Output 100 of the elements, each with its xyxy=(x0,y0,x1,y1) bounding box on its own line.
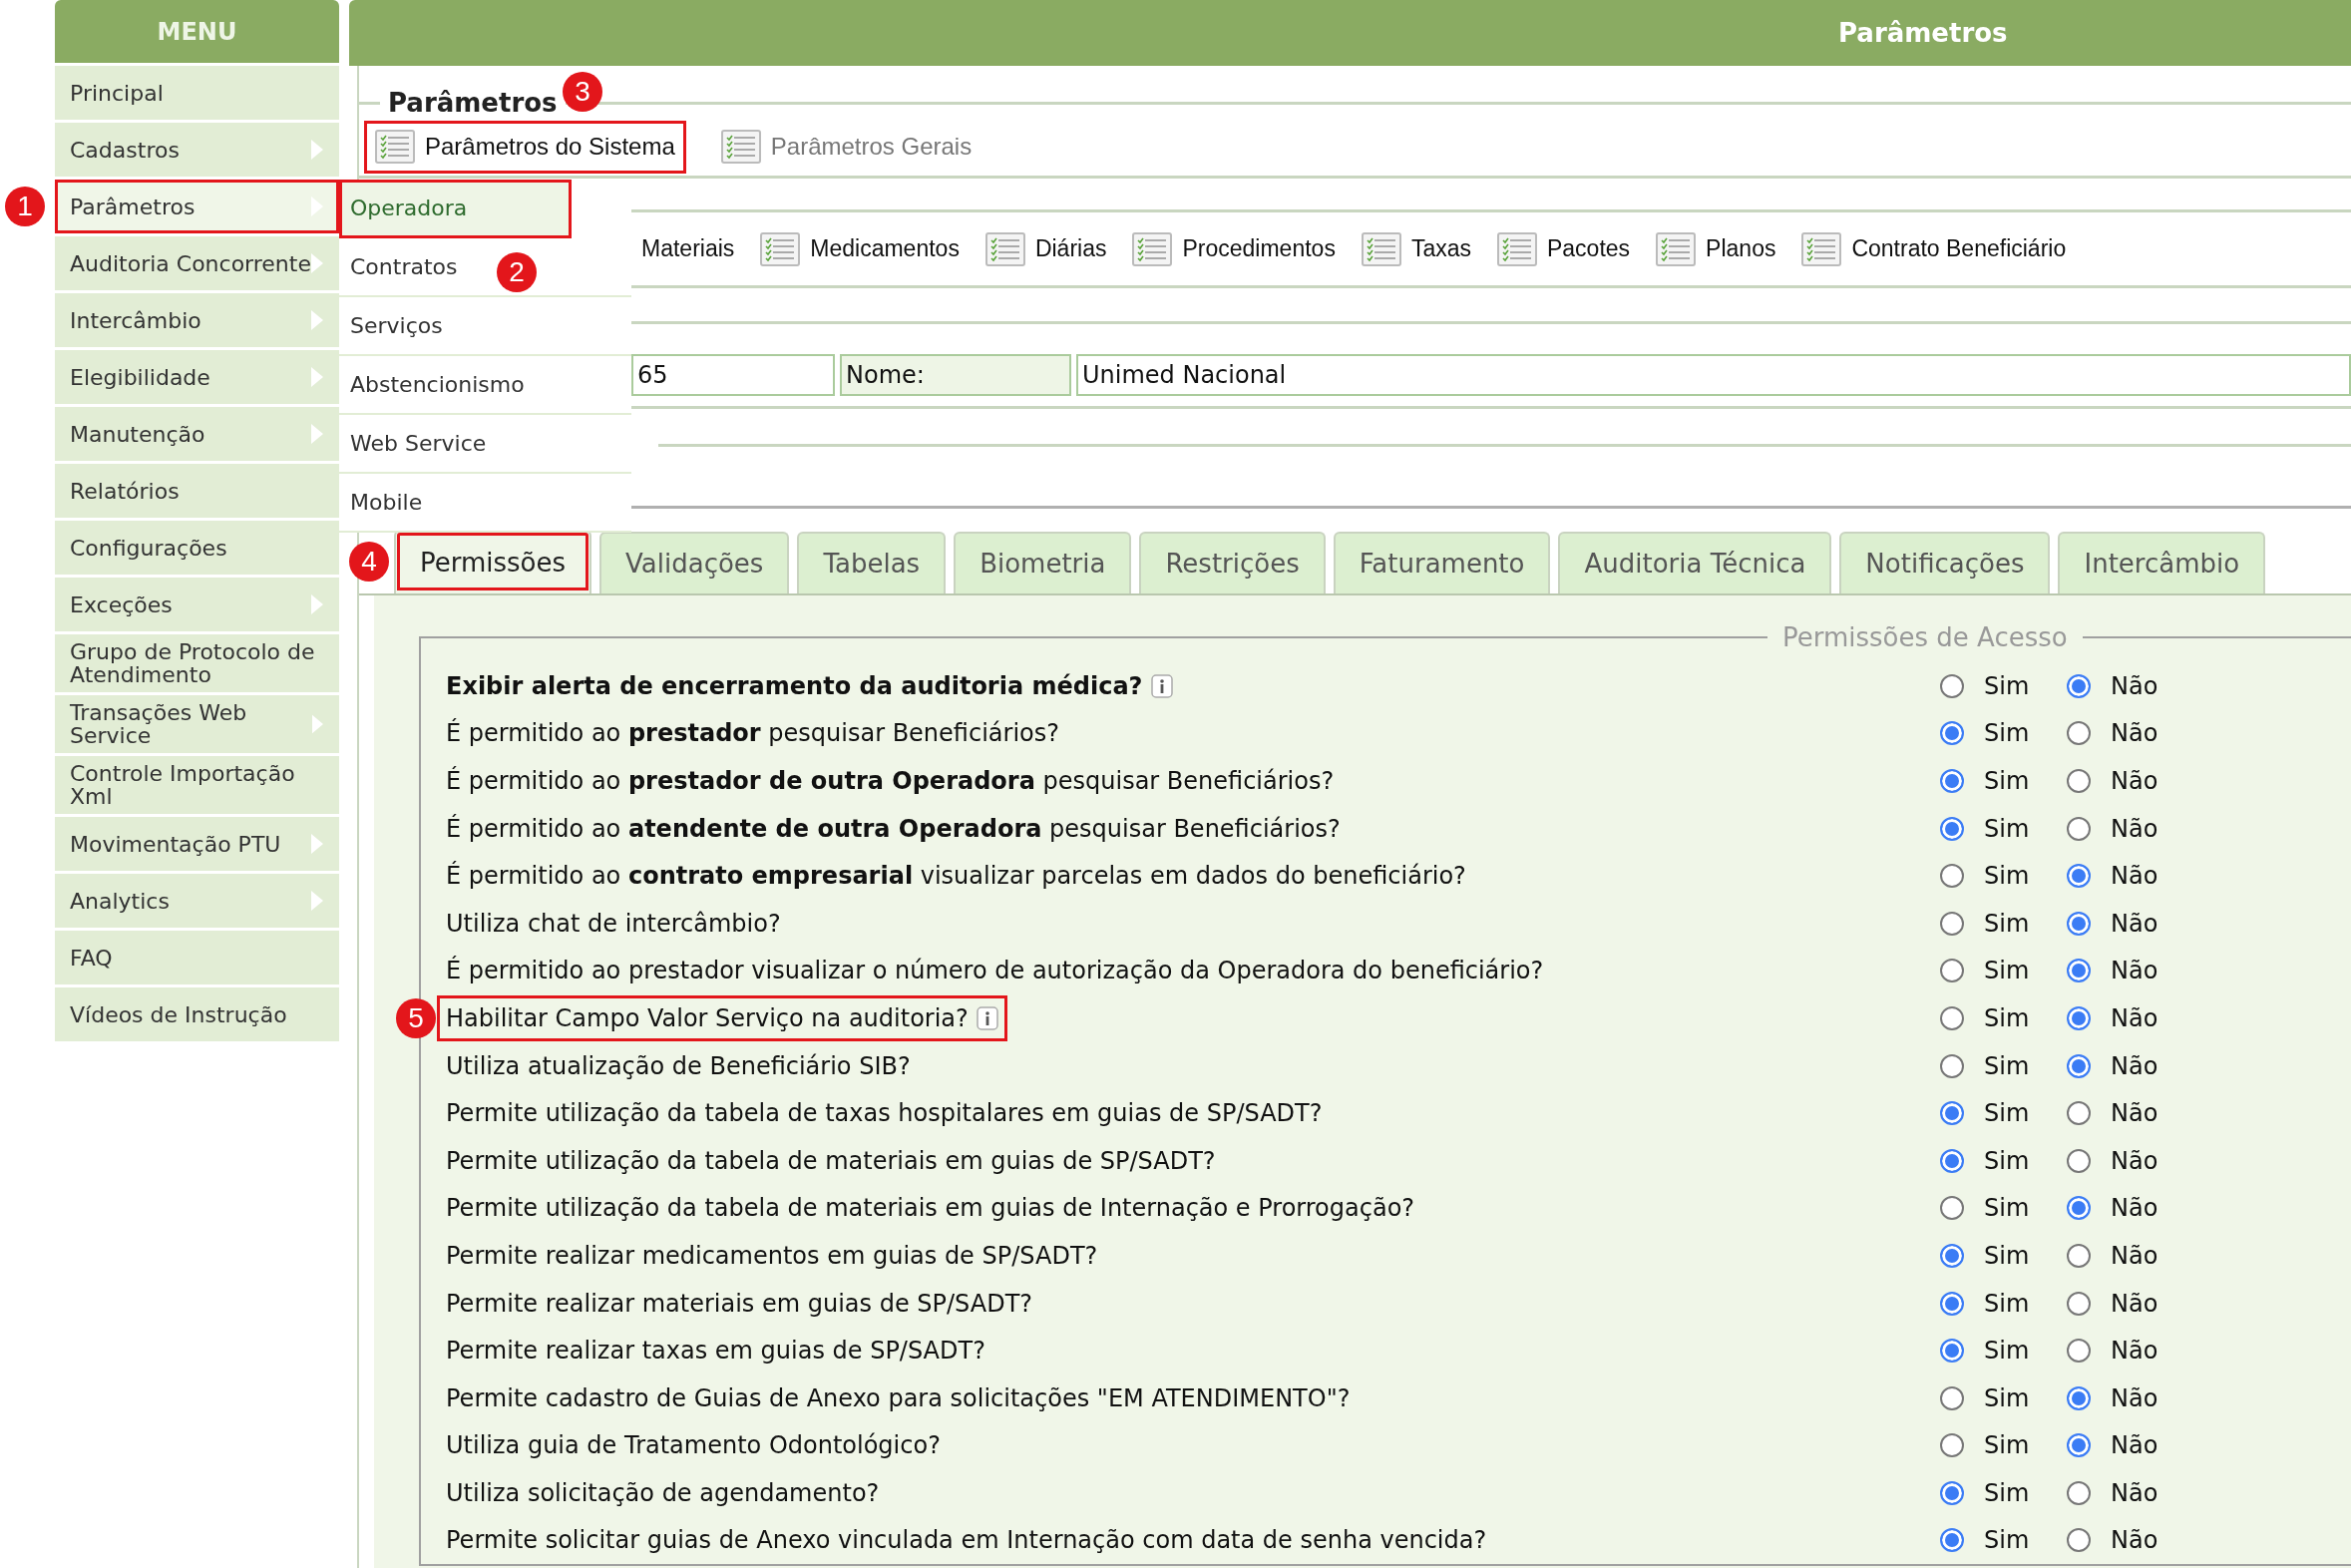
section-tab[interactable]: Parâmetros do Sistema xyxy=(364,120,686,174)
radio-button[interactable] xyxy=(1940,1339,1964,1364)
info-icon[interactable] xyxy=(1150,673,1173,698)
tab[interactable]: Biometria xyxy=(954,532,1132,593)
radio-button[interactable] xyxy=(1940,1433,1964,1458)
menu-item[interactable]: Grupo de Protocolo de Atendimento xyxy=(55,634,339,692)
tab[interactable]: Restrições xyxy=(1139,532,1326,593)
radio-button[interactable] xyxy=(1940,1101,1964,1126)
radio-label: Sim xyxy=(1984,1146,2030,1175)
menu-item[interactable]: Vídeos de Instrução xyxy=(55,987,339,1041)
menu-item-label: Parâmetros xyxy=(70,195,196,218)
tab[interactable]: Intercâmbio xyxy=(2058,532,2266,593)
radio-button[interactable] xyxy=(2067,864,2091,889)
radio-button[interactable] xyxy=(2067,721,2091,746)
radio-button[interactable] xyxy=(1940,1196,1964,1221)
checklist-icon xyxy=(1497,231,1537,266)
tab[interactable]: Permissões xyxy=(394,530,592,593)
radio-button[interactable] xyxy=(2067,816,2091,841)
tab[interactable]: Validações xyxy=(599,532,790,593)
radio-button[interactable] xyxy=(2067,1339,2091,1364)
radio-button[interactable] xyxy=(2067,1528,2091,1553)
name-label: Nome: xyxy=(840,354,1071,396)
radio-button[interactable] xyxy=(2067,1291,2091,1316)
radio-label: Sim xyxy=(1984,957,2030,985)
shortcut-link[interactable]: Contrato Beneficiário xyxy=(1801,231,2067,266)
name-field[interactable]: Unimed Nacional xyxy=(1076,354,2351,396)
radio-button[interactable] xyxy=(2067,1385,2091,1410)
menu-item[interactable]: Auditoria Concorrente xyxy=(55,236,339,290)
question-text: Utiliza solicitação de agendamento? xyxy=(446,1478,880,1507)
radio-button[interactable] xyxy=(1940,673,1964,698)
radio-label: Não xyxy=(2111,909,2158,938)
code-field[interactable]: 65 xyxy=(631,354,835,396)
radio-button[interactable] xyxy=(1940,1480,1964,1505)
question-text: Permite realizar materiais em guias de SP/SADT? xyxy=(446,1289,1033,1318)
shortcut-link[interactable]: Medicamentos xyxy=(760,231,960,266)
menu-item[interactable]: Analytics xyxy=(55,874,339,928)
radio-button[interactable] xyxy=(1940,1528,1964,1553)
menu-item-label: Relatórios xyxy=(70,479,180,503)
radio-button[interactable] xyxy=(2067,1148,2091,1173)
radio-label: Não xyxy=(2111,957,2158,985)
radio-button[interactable] xyxy=(1940,1005,1964,1030)
radio-button[interactable] xyxy=(2067,911,2091,936)
menu-item[interactable]: Manutenção xyxy=(55,407,339,461)
tab[interactable]: Tabelas xyxy=(797,532,947,593)
menu-item[interactable]: Principal xyxy=(55,66,339,120)
radio-label: Não xyxy=(2111,1478,2158,1507)
menu-item[interactable]: Controle Importação Xml xyxy=(55,756,339,814)
menu-item[interactable]: Relatórios xyxy=(55,464,339,518)
radio-button[interactable] xyxy=(2067,769,2091,793)
question-text: É permitido ao atendente de outra Operadora pesquisar Beneficiários? xyxy=(446,814,1341,843)
menu-item[interactable]: Configurações xyxy=(55,521,339,575)
submenu-arrow-icon xyxy=(311,891,323,911)
radio-button[interactable] xyxy=(1940,816,1964,841)
radio-button[interactable] xyxy=(2067,1005,2091,1030)
menu-item[interactable]: Cadastros xyxy=(55,123,339,177)
menu-item[interactable]: Parâmetros xyxy=(55,180,339,233)
radio-button[interactable] xyxy=(1940,1385,1964,1410)
radio-label: Sim xyxy=(1984,1003,2030,1032)
radio-button[interactable] xyxy=(2067,959,2091,983)
radio-button[interactable] xyxy=(1940,911,1964,936)
radio-button[interactable] xyxy=(1940,959,1964,983)
shortcut-link[interactable]: Materiais xyxy=(641,235,735,262)
radio-button[interactable] xyxy=(2067,1243,2091,1268)
radio-button[interactable] xyxy=(1940,1243,1964,1268)
menu-item[interactable]: Movimentação PTU xyxy=(55,817,339,871)
shortcut-link[interactable]: Pacotes xyxy=(1497,231,1631,266)
shortcut-link[interactable]: Planos xyxy=(1656,231,1776,266)
radio-label: Sim xyxy=(1984,1383,2030,1412)
question-text: Utiliza atualização de Beneficiário SIB? xyxy=(446,1051,911,1080)
menu-item-label: Transações Web Service xyxy=(70,701,248,747)
menu-item[interactable]: Exceções xyxy=(55,578,339,631)
radio-button[interactable] xyxy=(2067,1433,2091,1458)
radio-button[interactable] xyxy=(1940,721,1964,746)
section-tab[interactable]: Parâmetros Gerais xyxy=(709,120,983,174)
radio-button[interactable] xyxy=(1940,769,1964,793)
question-text: Permite realizar medicamentos em guias de SP/SADT? xyxy=(446,1241,1098,1270)
submenu-item[interactable]: Operadora xyxy=(339,180,572,238)
radio-label: Sim xyxy=(1984,1051,2030,1080)
menu-item[interactable]: Transações Web Service xyxy=(55,695,339,753)
shortcut-link[interactable]: Diárias xyxy=(984,231,1107,266)
radio-button[interactable] xyxy=(1940,1053,1964,1078)
radio-button[interactable] xyxy=(2067,1101,2091,1126)
shortcut-link[interactable]: Taxas xyxy=(1361,231,1471,266)
tab[interactable]: Auditoria Técnica xyxy=(1558,532,1832,593)
radio-button[interactable] xyxy=(1940,1148,1964,1173)
tab[interactable]: Faturamento xyxy=(1333,532,1551,593)
radio-button[interactable] xyxy=(1940,1291,1964,1316)
radio-button[interactable] xyxy=(2067,673,2091,698)
menu-item[interactable]: Intercâmbio xyxy=(55,293,339,347)
radio-button[interactable] xyxy=(2067,1480,2091,1505)
shortcut-link[interactable]: Procedimentos xyxy=(1132,231,1336,266)
menu-item[interactable]: Elegibilidade xyxy=(55,350,339,404)
radio-label: Sim xyxy=(1984,1526,2030,1555)
info-icon[interactable] xyxy=(976,1005,998,1030)
radio-label: Sim xyxy=(1984,1478,2030,1507)
radio-button[interactable] xyxy=(1940,864,1964,889)
radio-button[interactable] xyxy=(2067,1196,2091,1221)
tab[interactable]: Notificações xyxy=(1839,532,2051,593)
radio-button[interactable] xyxy=(2067,1053,2091,1078)
menu-item[interactable]: FAQ xyxy=(55,931,339,984)
